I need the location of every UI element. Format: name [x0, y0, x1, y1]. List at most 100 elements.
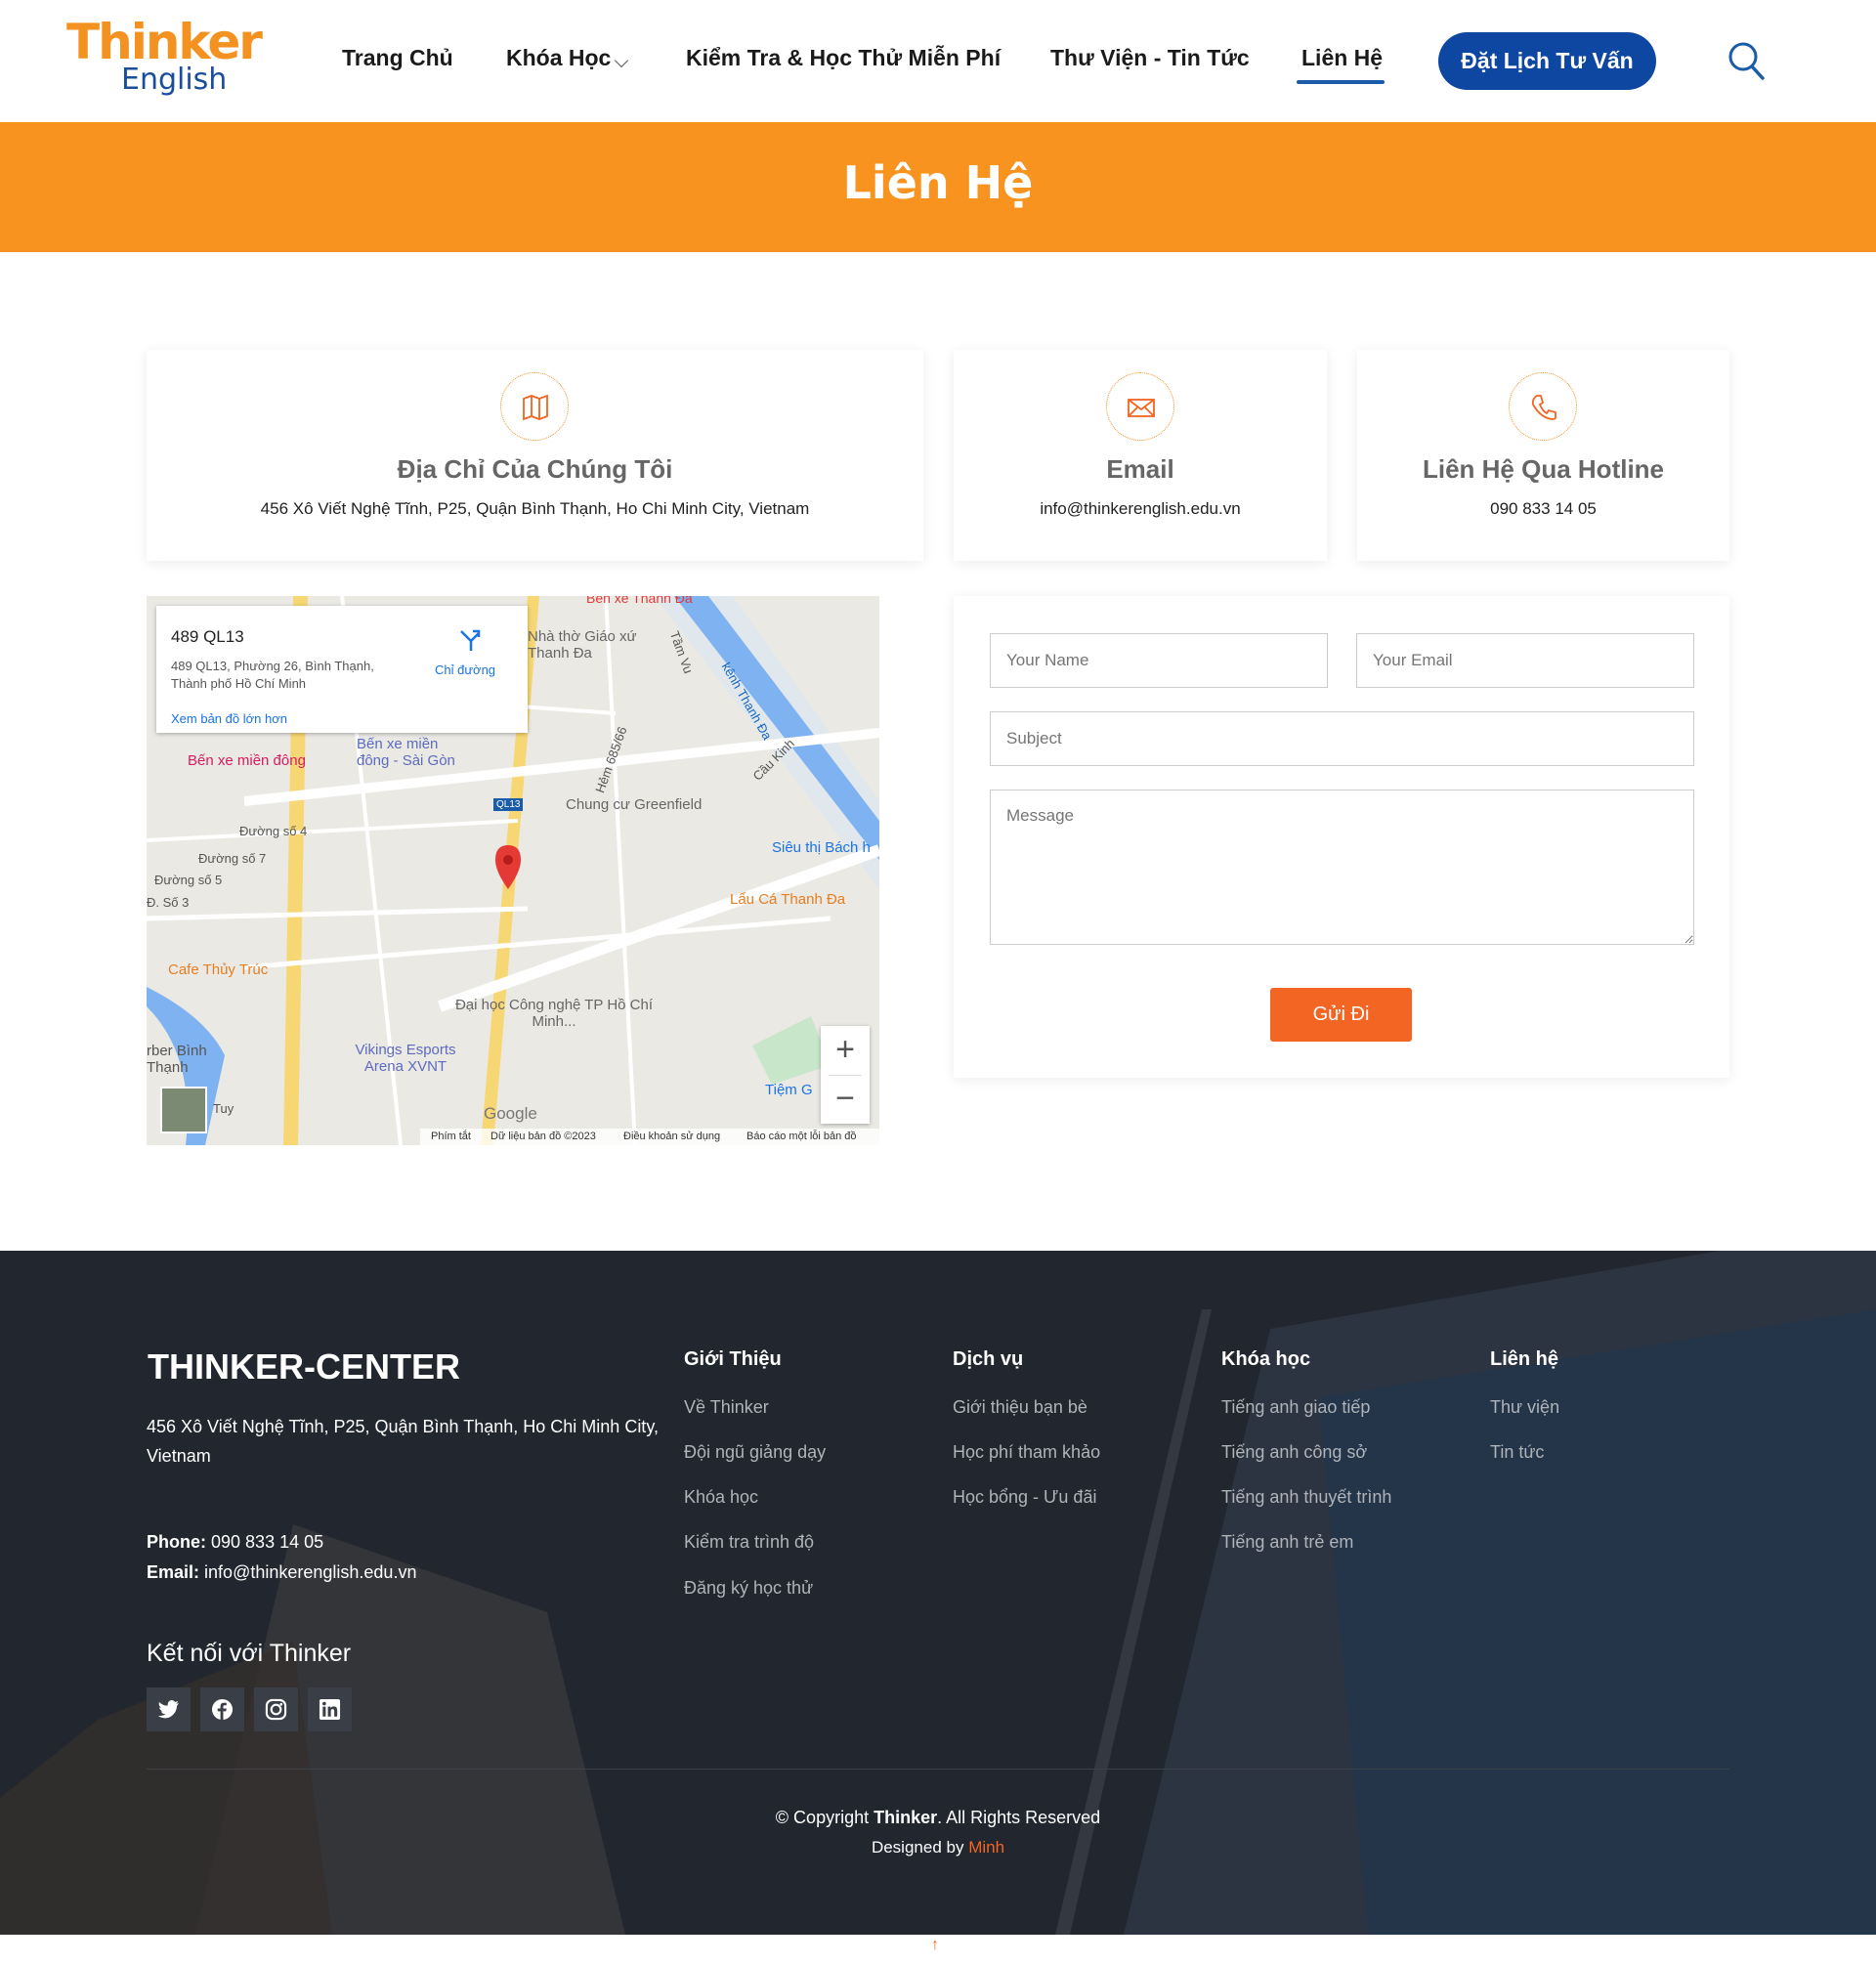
nav-active-indicator — [1297, 80, 1385, 84]
site-footer: THINKER-CENTER 456 Xô Viết Nghệ Tĩnh, P2… — [0, 1251, 1876, 1935]
map-label: rber Bình Thạnh — [147, 1043, 207, 1076]
map-footer-link[interactable]: Phím tắt — [431, 1131, 471, 1142]
page-banner: Liên Hệ — [0, 122, 1876, 252]
map-label: Siêu thị Bách h — [772, 839, 871, 856]
nav-item-courses[interactable]: Khóa Học — [506, 45, 611, 71]
map-label: Chung cư Greenfield — [566, 796, 703, 813]
book-consultation-button[interactable]: Đặt Lịch Tư Vấn — [1438, 32, 1656, 90]
satellite-toggle[interactable] — [160, 1087, 207, 1133]
hotline-value[interactable]: 090 833 14 05 — [1357, 499, 1729, 519]
hotline-title: Liên Hệ Qua Hotline — [1422, 454, 1665, 484]
back-to-top-icon[interactable]: ↑ — [931, 1937, 939, 1954]
footer-address: 456 Xô Viết Nghệ Tĩnh, P25, Quận Bình Th… — [147, 1417, 659, 1466]
search-icon[interactable] — [1727, 39, 1765, 82]
footer-link[interactable]: Tiếng anh công sở — [1221, 1442, 1367, 1463]
designer-link[interactable]: Minh — [968, 1838, 1004, 1857]
google-map[interactable]: 489 QL13 489 QL13, Phường 26, Bình Thạnh… — [147, 596, 879, 1145]
footer-link[interactable]: Tiếng anh thuyết trình — [1221, 1487, 1391, 1508]
email-value[interactable]: info@thinkerenglish.edu.vn — [204, 1562, 416, 1582]
copyright-brand: Thinker — [874, 1808, 938, 1827]
map-label: Đường số 4 — [239, 824, 308, 838]
zoom-in-button[interactable]: + — [821, 1028, 870, 1071]
chevron-down-icon[interactable] — [614, 53, 629, 68]
footer-heading-services: Dịch vụ — [953, 1348, 1024, 1370]
email-card: Email info@thinkerenglish.edu.vn — [954, 350, 1327, 561]
map-footer: Phím tắt Dữ liệu bản đồ ©2023 Điều khoản… — [420, 1129, 879, 1145]
email-label: Email: — [147, 1562, 200, 1582]
footer-link[interactable]: Đăng ký học thử — [684, 1578, 813, 1599]
map-icon — [500, 372, 569, 441]
map-footer-link[interactable]: Báo cáo một lỗi bản đồ — [746, 1131, 857, 1142]
email-title: Email — [1106, 454, 1174, 484]
google-logo: Google — [484, 1104, 537, 1123]
nav-item-contact[interactable]: Liên Hệ — [1301, 45, 1383, 71]
footer-heading-courses: Khóa học — [1221, 1348, 1311, 1370]
footer-divider — [147, 1769, 1729, 1770]
map-label: Tuy — [213, 1101, 234, 1116]
map-label: Đ. Số 3 — [147, 895, 190, 910]
message-textarea[interactable] — [990, 790, 1694, 945]
footer-link[interactable]: Giới thiệu bạn bè — [953, 1397, 1087, 1418]
name-input[interactable] — [990, 633, 1328, 688]
map-label: Cafe Thủy Trúc — [168, 961, 269, 978]
footer-link[interactable]: Tiếng anh trẻ em — [1221, 1532, 1353, 1553]
nav-item-library-news[interactable]: Thư Viện - Tin Tức — [1050, 45, 1250, 71]
instagram-icon[interactable] — [254, 1687, 298, 1731]
zoom-out-button[interactable]: − — [821, 1077, 870, 1120]
phone-icon — [1509, 372, 1577, 441]
footer-link[interactable]: Học phí tham khảo — [953, 1442, 1100, 1463]
site-header: Thinker English Trang Chủ Khóa Học Kiểm … — [0, 0, 1876, 122]
send-button[interactable]: Gửi Đi — [1270, 988, 1412, 1042]
map-footer-link: Dữ liệu bản đồ ©2023 — [490, 1131, 596, 1142]
footer-link[interactable]: Về Thinker — [684, 1397, 769, 1418]
map-label: Lẩu Cá Thanh Đa — [730, 891, 846, 908]
footer-link[interactable]: Tiếng anh giao tiếp — [1221, 1397, 1370, 1418]
footer-link[interactable]: Kiểm tra trình độ — [684, 1532, 814, 1553]
map-place-address: 489 QL13, Phường 26, Bình Thạnh, Thành p… — [171, 659, 374, 691]
address-title: Địa Chỉ Của Chúng Tôi — [397, 454, 673, 484]
linkedin-icon[interactable] — [308, 1687, 352, 1731]
copyright: © Copyright Thinker. All Rights Reserved — [0, 1808, 1876, 1828]
map-label: Bến xe miền đông - Sài Gòn — [357, 736, 455, 769]
map-label: Bến xe miền đông — [188, 752, 306, 769]
address-value: 456 Xô Viết Nghệ Tĩnh, P25, Quận Bình Th… — [260, 499, 810, 518]
map-place-title: 489 QL13 — [171, 627, 244, 646]
footer-link[interactable]: Học bổng - Ưu đãi — [953, 1487, 1096, 1508]
map-label: Đường số 7 — [198, 851, 267, 866]
footer-heading-about: Giới Thiệu — [684, 1348, 782, 1370]
facebook-icon[interactable] — [200, 1687, 244, 1731]
map-label: Vikings Esports Arena XVNT — [355, 1042, 456, 1075]
footer-link[interactable]: Đội ngũ giảng dạy — [684, 1442, 826, 1463]
map-label: QL13 — [493, 798, 524, 811]
footer-link[interactable]: Thư viện — [1490, 1397, 1559, 1418]
directions-link[interactable]: Chỉ đường — [435, 662, 495, 677]
address-card: Địa Chỉ Của Chúng Tôi 456 Xô Viết Nghệ T… — [147, 350, 923, 561]
email-value[interactable]: info@thinkerenglish.edu.vn — [954, 499, 1327, 519]
map-label: Bến xe Thanh Đa — [586, 596, 693, 606]
map-label: Tiệm G — [765, 1082, 813, 1098]
twitter-icon[interactable] — [147, 1687, 191, 1731]
email-input[interactable] — [1356, 633, 1694, 688]
footer-heading-contact: Liên hệ — [1490, 1348, 1559, 1370]
copyright-suffix: . All Rights Reserved — [937, 1808, 1101, 1827]
social-heading: Kết nối với Thinker — [147, 1640, 352, 1667]
nav-item-home[interactable]: Trang Chủ — [342, 45, 453, 71]
directions-icon[interactable] — [457, 627, 483, 653]
phone-value[interactable]: 090 833 14 05 — [211, 1532, 323, 1552]
nav-item-free-test[interactable]: Kiểm Tra & Học Thử Miễn Phí — [686, 45, 1001, 71]
subject-input[interactable] — [990, 711, 1694, 766]
logo[interactable]: Thinker English — [66, 14, 263, 102]
footer-link[interactable]: Khóa học — [684, 1487, 758, 1508]
page-title: Liên Hệ — [842, 156, 1034, 209]
logo-text-english: English — [121, 63, 228, 97]
footer-email: Email: info@thinkerenglish.edu.vn — [147, 1562, 416, 1583]
copyright-prefix: © Copyright — [775, 1808, 874, 1827]
map-footer-link[interactable]: Điều khoản sử dụng — [623, 1131, 720, 1142]
footer-link[interactable]: Tin tức — [1490, 1442, 1544, 1463]
phone-label: Phone: — [147, 1532, 206, 1552]
footer-phone: Phone: 090 833 14 05 — [147, 1532, 323, 1553]
larger-map-link[interactable]: Xem bản đồ lớn hơn — [171, 711, 287, 726]
footer-brand: THINKER-CENTER — [148, 1346, 460, 1387]
designed-by-label: Designed by — [871, 1838, 969, 1857]
designed-by: Designed by Minh — [0, 1838, 1876, 1857]
